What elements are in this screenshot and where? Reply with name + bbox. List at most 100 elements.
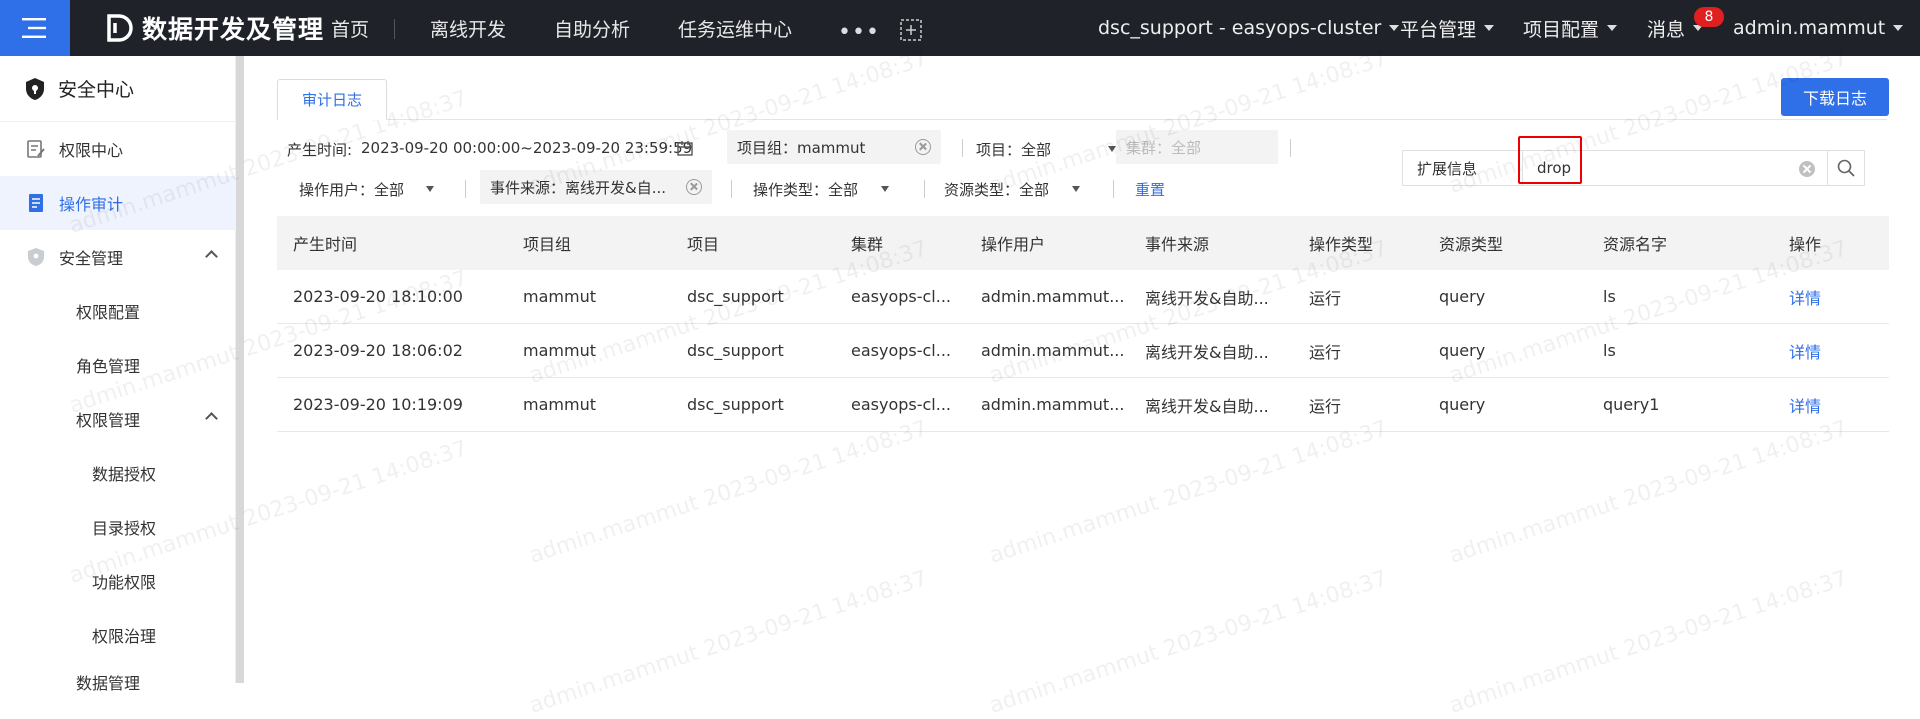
workspace-switcher[interactable]: dsc_support - easyops-cluster bbox=[1098, 0, 1400, 56]
chevron-down-icon bbox=[1484, 25, 1495, 31]
sidebar-item-data-auth[interactable]: 数据授权 bbox=[0, 446, 236, 500]
sidebar-scrollbar[interactable] bbox=[236, 56, 244, 683]
search-button[interactable] bbox=[1828, 150, 1865, 186]
nav-divider bbox=[394, 19, 395, 39]
shield-icon bbox=[26, 77, 44, 100]
caret-down-icon bbox=[426, 186, 434, 192]
search-input[interactable]: drop bbox=[1522, 150, 1828, 186]
table-cell: query bbox=[1439, 395, 1486, 414]
platform-mgmt-label: 平台管理 bbox=[1400, 18, 1477, 41]
table-cell: dsc_support bbox=[687, 341, 784, 360]
column-header: 产生时间 bbox=[293, 235, 358, 254]
reset-button[interactable]: 重置 bbox=[1135, 179, 1165, 200]
sidebar-item-function-perm[interactable]: 功能权限 bbox=[0, 554, 236, 608]
table-cell: 离线开发&自助... bbox=[1145, 288, 1269, 308]
column-header: 资源名字 bbox=[1603, 235, 1668, 254]
column-header: 操作 bbox=[1789, 235, 1822, 254]
event-source-filter[interactable]: 事件来源：离线开发&自... bbox=[480, 170, 712, 204]
project-filter-label: 项目：全部 bbox=[976, 141, 1052, 159]
calendar-icon[interactable] bbox=[677, 140, 693, 156]
table-cell: query1 bbox=[1603, 395, 1660, 414]
column-header: 项目 bbox=[687, 235, 720, 254]
project-filter[interactable]: 项目：全部 bbox=[976, 139, 1126, 160]
user-name: admin.mammut bbox=[1733, 17, 1886, 39]
sidebar-item-label: 权限管理 bbox=[76, 411, 141, 430]
column-header: 资源类型 bbox=[1439, 235, 1504, 254]
table-cell: easyops-cl... bbox=[851, 395, 952, 414]
audit-log-table: 产生时间 项目组 项目 集群 操作用户 事件来源 操作类型 资源类型 资源名字 … bbox=[277, 216, 1889, 432]
column-header: 集群 bbox=[851, 235, 884, 254]
app-logo-icon bbox=[107, 14, 133, 42]
tab-audit-log[interactable]: 审计日志 bbox=[277, 79, 387, 120]
app-logo[interactable]: 数据开发及管理 bbox=[104, 0, 324, 56]
shield-icon bbox=[28, 248, 44, 266]
details-link[interactable]: 详情 bbox=[1773, 339, 1889, 363]
sidebar-item-role-mgmt[interactable]: 角色管理 bbox=[0, 338, 236, 392]
clear-icon[interactable] bbox=[1799, 161, 1815, 177]
nav-offline-dev[interactable]: 离线开发 bbox=[430, 0, 506, 56]
sidebar-item-security-mgmt[interactable]: 安全管理 bbox=[0, 230, 236, 284]
clear-icon[interactable] bbox=[915, 139, 931, 155]
cluster-filter: 集群：全部 bbox=[1116, 130, 1278, 164]
project-group-filter[interactable]: 项目组：mammut bbox=[727, 130, 941, 164]
table-cell: dsc_support bbox=[687, 395, 784, 414]
filter-divider bbox=[962, 139, 963, 157]
sidebar-item-catalog-auth[interactable]: 目录授权 bbox=[0, 500, 236, 554]
project-config-menu[interactable]: 项目配置 bbox=[1523, 0, 1618, 56]
table-cell: admin.mammut... bbox=[981, 395, 1125, 414]
fullscreen-icon[interactable] bbox=[900, 19, 922, 45]
main-content: 审计日志 下载日志 产生时间: 2023-09-20 00:00:00~2023… bbox=[244, 56, 1920, 683]
menu-icon[interactable] bbox=[0, 0, 70, 56]
sidebar-item-label: 权限中心 bbox=[59, 141, 124, 160]
op-user-filter[interactable]: 操作用户：全部 bbox=[299, 179, 449, 200]
nav-self-analysis[interactable]: 自助分析 bbox=[554, 0, 630, 56]
details-link[interactable]: 详情 bbox=[1773, 393, 1889, 417]
chevron-down-icon bbox=[1893, 25, 1904, 31]
column-header: 项目组 bbox=[523, 235, 572, 254]
table-cell: 运行 bbox=[1309, 342, 1342, 362]
table-cell: easyops-cl... bbox=[851, 287, 952, 306]
sidebar: 安全中心 权限中心 操作审计 安全管理 权限配置 角色管理 权限管理 数据授权 … bbox=[0, 56, 236, 693]
column-header: 操作类型 bbox=[1309, 235, 1374, 254]
messages-menu[interactable]: 消息 bbox=[1647, 0, 1704, 56]
caret-down-icon bbox=[1072, 186, 1080, 192]
table-row: 2023-09-20 18:06:02 mammut dsc_support e… bbox=[277, 324, 1889, 378]
sidebar-item-data-mgmt[interactable]: 数据管理 bbox=[0, 662, 236, 693]
resource-type-filter-label: 资源类型：全部 bbox=[944, 181, 1050, 199]
sidebar-item-label: 权限配置 bbox=[76, 303, 141, 322]
audit-doc-icon bbox=[29, 194, 43, 212]
sidebar-item-label: 角色管理 bbox=[76, 357, 141, 376]
time-range-picker[interactable]: 2023-09-20 00:00:00~2023-09-20 23:59:59 bbox=[361, 139, 692, 157]
user-menu[interactable]: admin.mammut bbox=[1733, 0, 1904, 56]
sidebar-item-permission-config[interactable]: 权限配置 bbox=[0, 284, 236, 338]
edit-doc-icon bbox=[27, 140, 45, 158]
filter-divider bbox=[1113, 180, 1114, 198]
sidebar-title: 安全中心 bbox=[58, 79, 135, 101]
table-cell: mammut bbox=[523, 287, 596, 306]
platform-mgmt-menu[interactable]: 平台管理 bbox=[1400, 0, 1495, 56]
caret-down-icon bbox=[881, 186, 889, 192]
chevron-down-icon bbox=[1607, 25, 1618, 31]
details-link[interactable]: 详情 bbox=[1773, 285, 1889, 309]
extension-info-select[interactable]: 扩展信息 bbox=[1402, 150, 1522, 186]
download-log-button[interactable]: 下载日志 bbox=[1781, 78, 1889, 116]
sidebar-item-permission-center[interactable]: 权限中心 bbox=[0, 122, 236, 176]
search-input-value: drop bbox=[1537, 159, 1572, 177]
cluster-filter-label: 集群：全部 bbox=[1126, 138, 1202, 157]
column-header: 操作用户 bbox=[981, 235, 1046, 254]
chevron-down-icon bbox=[1389, 25, 1400, 31]
op-type-filter[interactable]: 操作类型：全部 bbox=[753, 179, 903, 200]
nav-home[interactable]: 首页 bbox=[331, 0, 369, 56]
caret-down-icon bbox=[1108, 146, 1116, 152]
resource-type-filter[interactable]: 资源类型：全部 bbox=[944, 179, 1094, 200]
search-icon bbox=[1837, 159, 1855, 177]
sidebar-item-permission-mgmt[interactable]: 权限管理 bbox=[0, 392, 236, 446]
more-icon[interactable]: ••• bbox=[838, 20, 880, 45]
sidebar-item-label: 权限治理 bbox=[92, 627, 157, 646]
table-cell: ls bbox=[1603, 287, 1616, 306]
nav-task-ops[interactable]: 任务运维中心 bbox=[678, 0, 792, 56]
sidebar-item-operation-audit[interactable]: 操作审计 bbox=[0, 176, 236, 230]
sidebar-item-perm-governance[interactable]: 权限治理 bbox=[0, 608, 236, 662]
project-config-label: 项目配置 bbox=[1523, 18, 1600, 41]
clear-icon[interactable] bbox=[686, 179, 702, 195]
